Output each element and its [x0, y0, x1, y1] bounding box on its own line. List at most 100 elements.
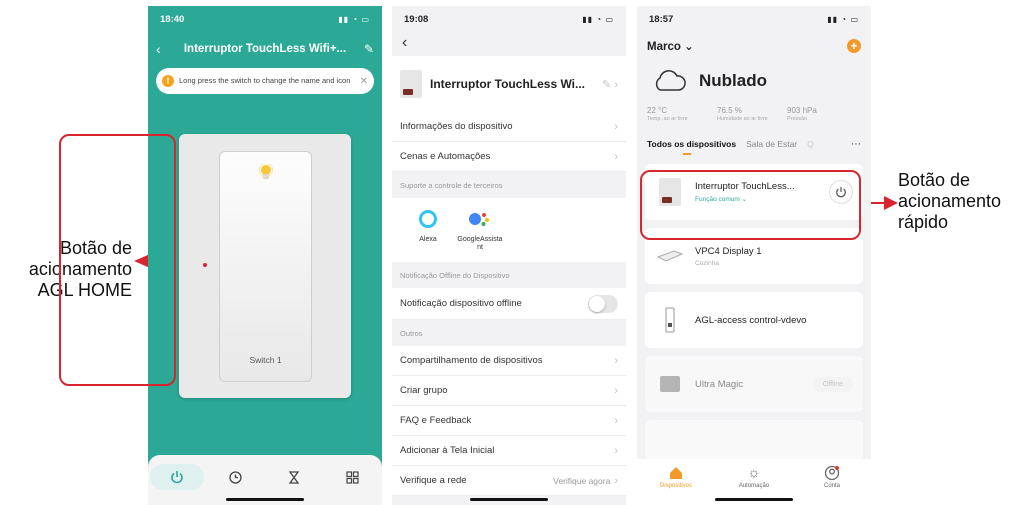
- switch-label: Switch 1: [249, 355, 282, 365]
- row-label: Informações do dispositivo: [400, 121, 513, 132]
- cloud-icon: [655, 70, 686, 91]
- nav-bar: ‹ Interruptor TouchLess Wifi+... ✎: [148, 32, 382, 66]
- power-icon: [171, 471, 183, 484]
- device-header[interactable]: Interruptor TouchLess Wi... ✎ ›: [392, 56, 626, 112]
- row-label: Criar grupo: [400, 385, 448, 396]
- device-sub: Cozinha: [695, 259, 719, 267]
- screenshot-composite: Botão de acionamento AGL HOME Botão de a…: [0, 0, 1024, 505]
- tab-countdown[interactable]: [267, 464, 321, 490]
- row-label: Adicionar à Tela Inicial: [400, 445, 495, 456]
- highlight-quick-button: [640, 170, 861, 240]
- stat-value: 76.5 %: [717, 106, 742, 115]
- home-name: Marco: [647, 41, 681, 53]
- chevron-right-icon: ›: [614, 444, 618, 457]
- grid-icon: [346, 470, 359, 484]
- display-device-icon: [655, 239, 685, 273]
- stat-humidity: 76.5 % Humidade ao ar livre: [717, 106, 787, 130]
- home-header: Marco ⌄ +: [637, 32, 871, 60]
- bottom-tab-bar: [148, 455, 382, 505]
- chevron-down-icon: ⌄: [684, 41, 694, 53]
- section-header: Suporte a controle de terceiros: [400, 180, 503, 190]
- row-add-home[interactable]: Adicionar à Tela Inicial ›: [392, 436, 626, 466]
- more-icon[interactable]: ⋯: [851, 139, 861, 150]
- tip-banner: ! Long press the switch to change the na…: [156, 68, 374, 94]
- row-share[interactable]: Compartilhamento de dispositivos ›: [392, 346, 626, 376]
- chevron-right-icon: ›: [614, 414, 618, 427]
- section-header: Notificação Offline do Dispositivo: [400, 270, 510, 280]
- stat-label: Temp. ao ar livre: [647, 116, 688, 122]
- phone-switch-control: 18:40 ▮▮ ◔ ▭ ‹ Interruptor TouchLess Wif…: [148, 6, 382, 505]
- status-bar: 19:08 ▮▮ ◔ ▭: [392, 6, 626, 32]
- device-name: AGL-access control-vdevo: [695, 314, 807, 326]
- row-scenes[interactable]: Cenas e Automações ›: [392, 142, 626, 172]
- row-label: FAQ e Feedback: [400, 415, 472, 426]
- status-time: 19:08: [404, 13, 429, 25]
- row-check-network[interactable]: Verifique a rede Verifique agora ›: [392, 466, 626, 496]
- account-icon: [824, 465, 840, 481]
- device-thumbnail: [400, 70, 422, 98]
- bulb-icon: [259, 164, 273, 179]
- tab-devices[interactable]: Dispositivos: [646, 464, 706, 505]
- tab-label: Dispositivos: [659, 483, 692, 489]
- sun-icon: ☼: [747, 464, 761, 480]
- phone-device-settings: 19:08 ▮▮ ◔ ▭ ‹ Interruptor TouchLess Wi.…: [392, 6, 626, 505]
- row-label: Verifique a rede: [400, 475, 467, 486]
- row-faq[interactable]: FAQ e Feedback ›: [392, 406, 626, 436]
- signal-icons: ▮▮ ◔ ▭: [338, 14, 370, 24]
- close-icon[interactable]: ✕: [360, 76, 368, 87]
- device-name: Interruptor TouchLess Wi...: [430, 77, 586, 91]
- google-item[interactable]: GoogleAssista nt: [454, 206, 506, 254]
- chevron-right-icon: ›: [614, 120, 618, 133]
- tab-label: Automação: [738, 483, 770, 489]
- device-info: AGL-access control-vdevo: [695, 315, 853, 326]
- third-party-list: Alexa GoogleAssista nt: [392, 198, 626, 262]
- section-header: Outros: [400, 328, 423, 338]
- alexa-item[interactable]: Alexa: [402, 206, 454, 254]
- device-card[interactable]: AGL-access control-vdevo: [645, 292, 863, 348]
- row-create-group[interactable]: Criar grupo ›: [392, 376, 626, 406]
- tab-timer[interactable]: [209, 464, 263, 490]
- add-device-button[interactable]: +: [847, 39, 861, 53]
- highlight-switch-box: [59, 134, 176, 386]
- device-name: Ultra Magic: [695, 378, 744, 390]
- tab-account[interactable]: Conta: [802, 464, 862, 505]
- annotation-line: acionamento: [898, 191, 1002, 211]
- offline-toggle[interactable]: [588, 294, 618, 313]
- back-button[interactable]: ‹: [392, 32, 626, 56]
- tab-power[interactable]: [150, 464, 205, 490]
- alexa-label: Alexa: [419, 236, 437, 243]
- stat-label: Pressão: [787, 116, 808, 122]
- edit-icon[interactable]: ✎: [358, 42, 374, 56]
- stat-temperature: 22 °C Temp. ao ar livre: [647, 106, 717, 130]
- hourglass-icon: [288, 470, 300, 484]
- tab-living-room[interactable]: Sala de Estar: [746, 139, 797, 149]
- google-label: GoogleAssista nt: [457, 236, 503, 251]
- chevron-right-icon: ›: [614, 150, 618, 163]
- warning-icon: !: [162, 75, 174, 87]
- row-device-info[interactable]: Informações do dispositivo ›: [392, 112, 626, 142]
- back-icon[interactable]: ‹: [156, 41, 172, 57]
- status-time: 18:57: [649, 13, 674, 25]
- device-card-partial[interactable]: [645, 420, 863, 460]
- row-offline-notification: Notificação dispositivo offline: [392, 288, 626, 320]
- tab-all-devices[interactable]: Todos os dispositivos: [647, 139, 736, 155]
- tip-text: Long press the switch to change the name…: [179, 75, 351, 85]
- tab-more[interactable]: [326, 464, 380, 490]
- edit-icon: ✎ ›: [602, 78, 618, 91]
- device-name: VPC4 Display 1: [695, 245, 762, 257]
- device-card[interactable]: Ultra Magic Offline: [645, 356, 863, 412]
- stat-value: 903 hPa: [787, 106, 817, 115]
- stat-pressure: 903 hPa Pressão: [787, 106, 857, 130]
- device-info: VPC4 Display 1 Cozinha: [695, 246, 853, 267]
- tab-next[interactable]: Q: [807, 139, 814, 149]
- row-label: Notificação dispositivo offline: [400, 298, 522, 309]
- offline-badge: Offline: [812, 376, 853, 392]
- weather-title: Nublado: [699, 71, 767, 90]
- arrow-tail-dot: [203, 263, 207, 267]
- back-icon: ‹: [402, 34, 408, 51]
- switch-button[interactable]: Switch 1: [219, 151, 312, 382]
- stat-value: 22 °C: [647, 106, 668, 115]
- home-selector[interactable]: Marco ⌄: [647, 39, 694, 53]
- access-device-icon: [655, 303, 685, 337]
- signal-icons: ▮▮ ◔ ▭: [827, 14, 859, 24]
